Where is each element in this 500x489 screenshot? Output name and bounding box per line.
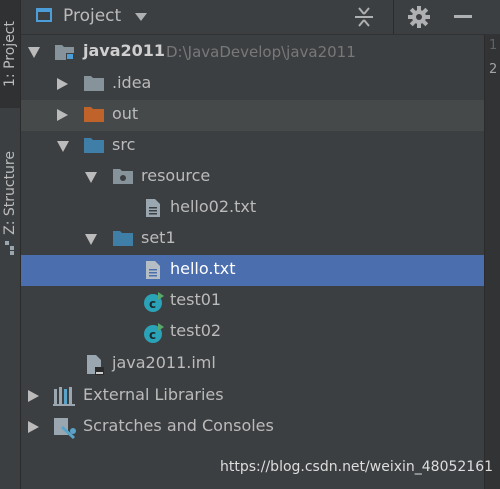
expanded-arrow-icon[interactable]: [85, 172, 97, 183]
module-file-icon: [86, 354, 106, 380]
project-view-selector[interactable]: Project: [63, 6, 121, 26]
tree-item-label: Scratches and Consoles: [83, 416, 274, 435]
project-header: Project: [21, 0, 500, 35]
tree-item-label: set1: [141, 228, 176, 247]
header-divider: [393, 0, 394, 34]
collapsed-arrow-icon[interactable]: [28, 390, 39, 402]
tree-row-hello02[interactable]: hello02.txt: [21, 193, 484, 224]
source-folder-icon: [83, 136, 105, 158]
tree-item-label: test01: [170, 290, 222, 309]
tree-item-label: External Libraries: [83, 385, 224, 404]
tree-row-scratches[interactable]: Scratches and Consoles: [21, 412, 484, 443]
tree-item-label: resource: [141, 166, 211, 185]
scratches-icon: [53, 417, 77, 443]
tree-row-src[interactable]: src: [21, 131, 484, 162]
expanded-arrow-icon[interactable]: [57, 141, 69, 152]
module-folder-icon: [54, 42, 76, 66]
tree-item-label: hello.txt: [170, 259, 236, 278]
tree-row-external-libraries[interactable]: External Libraries: [21, 381, 484, 412]
source-folder-icon: [112, 229, 134, 251]
tree-row-out[interactable]: out: [21, 100, 484, 131]
collapse-all-icon[interactable]: [354, 6, 374, 28]
tree-item-label: .idea: [112, 73, 152, 92]
tree-row-test01[interactable]: c test01: [21, 286, 484, 317]
gear-icon[interactable]: [407, 5, 431, 29]
project-side-tab[interactable]: 1: Project: [0, 0, 20, 108]
project-window-icon: [36, 8, 52, 22]
tree-item-label: src: [112, 135, 136, 154]
line-number: 2: [489, 62, 498, 77]
excluded-folder-icon: [83, 105, 105, 127]
svg-text:c: c: [149, 328, 156, 342]
expanded-arrow-icon[interactable]: [85, 234, 97, 245]
collapsed-arrow-icon[interactable]: [28, 421, 39, 433]
editor-gutter: [484, 34, 500, 489]
tree-row-set1[interactable]: set1: [21, 224, 484, 255]
structure-icon: [5, 240, 15, 255]
runnable-class-icon: c: [143, 322, 165, 348]
runnable-class-icon: c: [143, 291, 165, 317]
tree-row-iml[interactable]: java2011.iml: [21, 349, 484, 380]
hide-window-icon[interactable]: [454, 15, 472, 18]
project-side-tab-label: 1: Project: [2, 21, 18, 87]
project-path: D:\JavaDevelop\java2011: [166, 43, 356, 61]
tool-window-strip: 1: Project Z: Structure: [0, 0, 21, 489]
package-folder-icon: [112, 167, 134, 189]
svg-text:c: c: [149, 297, 156, 311]
tree-row-java2011[interactable]: java2011 D:\JavaDevelop\java2011: [21, 37, 484, 68]
line-number: 1: [489, 38, 498, 53]
chevron-down-icon[interactable]: [135, 13, 147, 21]
folder-icon: [83, 74, 105, 96]
tree-row-test02[interactable]: c test02: [21, 317, 484, 348]
structure-side-tab-label: Z: Structure: [2, 151, 18, 235]
watermark-url: https://blog.csdn.net/weixin_48052161: [220, 459, 494, 475]
library-icon: [53, 386, 77, 410]
tree-item-label: java2011.iml: [112, 353, 216, 372]
structure-side-tab[interactable]: Z: Structure: [0, 128, 20, 258]
tree-row-resource[interactable]: resource: [21, 162, 484, 193]
expanded-arrow-icon[interactable]: [28, 47, 40, 58]
collapsed-arrow-icon[interactable]: [57, 78, 68, 90]
collapsed-arrow-icon[interactable]: [57, 109, 68, 121]
text-file-icon: [145, 198, 161, 222]
tree-item-label: hello02.txt: [170, 197, 257, 216]
tree-item-label: test02: [170, 321, 222, 340]
tree-row-hello-selected[interactable]: hello.txt: [21, 255, 484, 286]
tree-item-label: out: [112, 104, 139, 123]
text-file-icon: [145, 260, 161, 284]
tree-row-idea[interactable]: .idea: [21, 69, 484, 100]
tree-item-label: java2011: [83, 41, 166, 60]
